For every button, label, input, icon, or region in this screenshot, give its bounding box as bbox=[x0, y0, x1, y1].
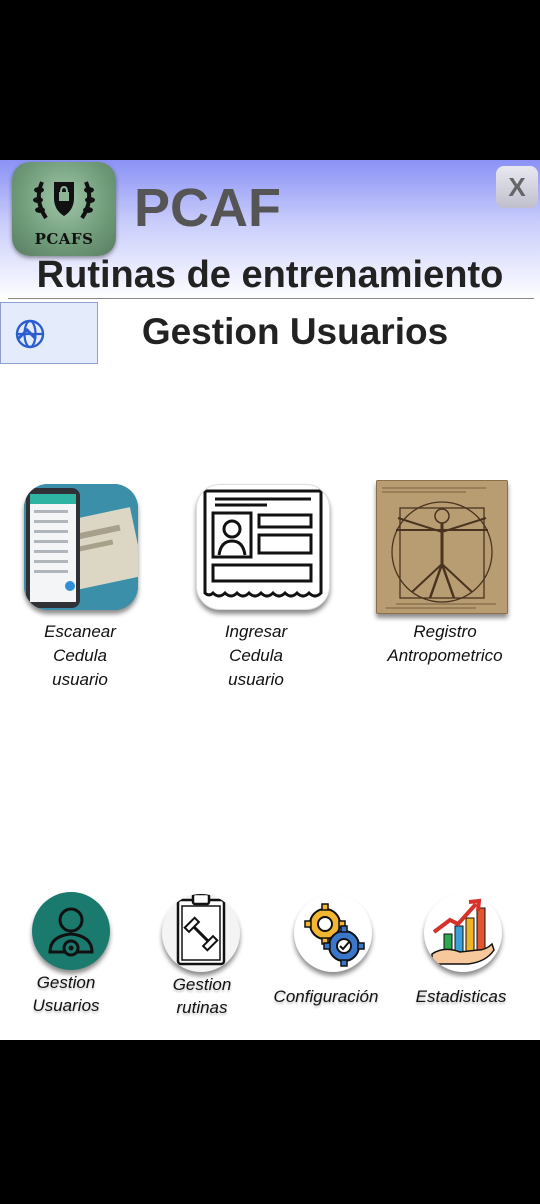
nav-estadisticas[interactable] bbox=[424, 894, 502, 972]
nav-configuracion-label: Configuración bbox=[273, 987, 379, 1006]
nav-estadisticas-label: Estadisticas bbox=[415, 987, 507, 1006]
system-nav-area bbox=[0, 1040, 540, 1204]
nav-gestion-usuarios-label: Gestion Usuarios bbox=[32, 973, 100, 1015]
app-title: PCAF bbox=[134, 178, 281, 238]
scan-cedula-label: Escanear Cedula usuario bbox=[44, 622, 116, 689]
logo-text: PCAFS bbox=[34, 230, 94, 248]
nav-gestion-rutinas[interactable] bbox=[162, 894, 240, 972]
vitruvian-man-icon bbox=[376, 480, 508, 614]
nav-gestion-rutinas-label: Gestion rutinas bbox=[172, 975, 232, 1017]
phone-scan-icon bbox=[24, 484, 138, 610]
user-gear-icon bbox=[48, 907, 94, 957]
header-divider bbox=[8, 298, 534, 299]
gears-icon bbox=[304, 903, 365, 967]
nav-configuracion[interactable] bbox=[294, 894, 372, 972]
growth-chart-icon bbox=[431, 898, 495, 965]
clipboard-dumbbell-icon bbox=[176, 894, 226, 966]
app-window: PCAFS PCAF X Rutinas de entrenamiento Ge… bbox=[0, 160, 540, 1040]
registro-antropometrico-label: Registro Antropometrico bbox=[387, 622, 503, 665]
registro-antropometrico-button[interactable] bbox=[376, 480, 508, 614]
ingresar-cedula-button[interactable] bbox=[196, 484, 330, 610]
nav-gestion-usuarios[interactable] bbox=[32, 892, 110, 970]
app-logo: PCAFS bbox=[12, 162, 116, 256]
id-card-icon bbox=[203, 489, 323, 598]
section-title: Gestion Usuarios bbox=[141, 311, 449, 352]
ingresar-cedula-label: Ingresar Cedula usuario bbox=[224, 622, 288, 689]
scan-cedula-button[interactable] bbox=[24, 484, 138, 610]
page-subtitle: Rutinas de entrenamiento bbox=[36, 254, 504, 296]
status-bar-area bbox=[0, 0, 540, 160]
close-button[interactable]: X bbox=[496, 166, 538, 208]
